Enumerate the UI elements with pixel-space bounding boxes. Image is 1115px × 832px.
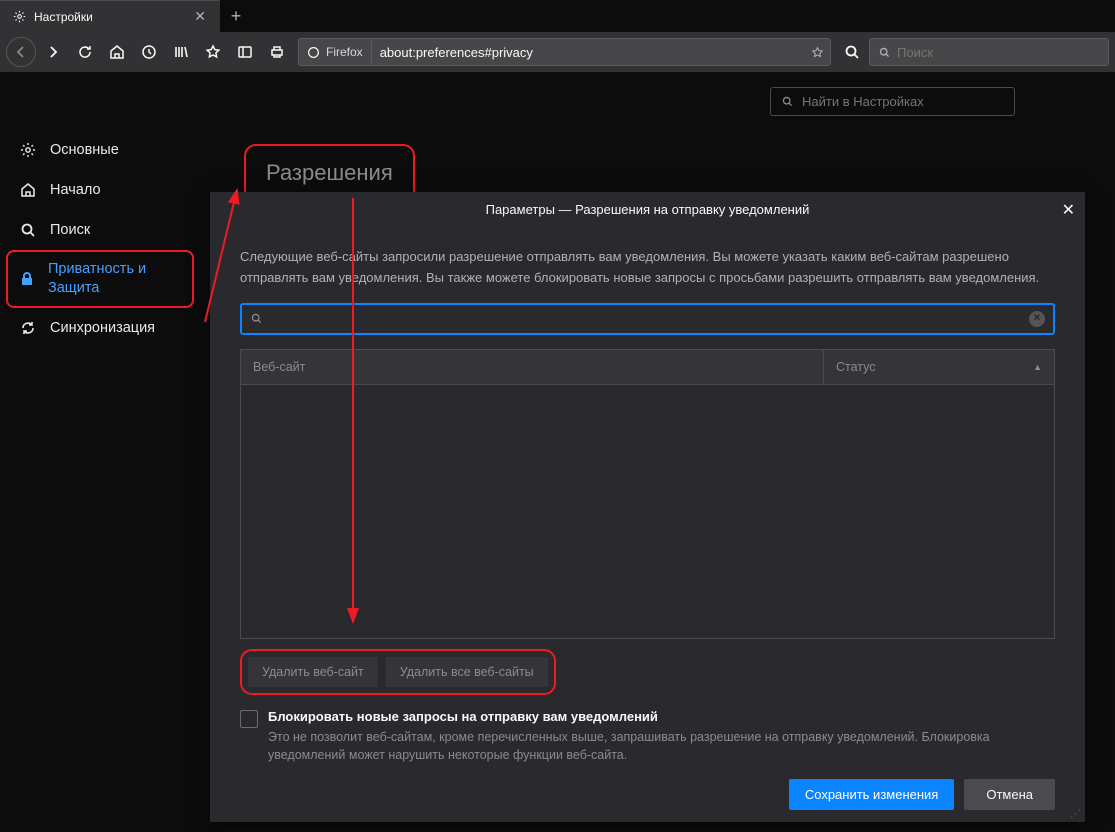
sidebar-item-label: Синхронизация: [50, 320, 155, 336]
bookmark-star-button[interactable]: [198, 37, 228, 67]
sidebar-item-sync[interactable]: Синхронизация: [0, 308, 200, 348]
tab-title: Настройки: [34, 10, 182, 24]
browser-tab[interactable]: Настройки ✕: [0, 0, 220, 32]
gear-icon: [12, 10, 26, 24]
sidebar-toggle-button[interactable]: [230, 37, 260, 67]
search-icon: [878, 46, 891, 59]
history-button[interactable]: [134, 37, 164, 67]
reload-button[interactable]: [70, 37, 100, 67]
url-text[interactable]: about:preferences#privacy: [372, 45, 805, 60]
find-in-settings[interactable]: [770, 87, 1015, 116]
print-button[interactable]: [262, 37, 292, 67]
table-header: Веб-сайт Статус ▲: [240, 349, 1055, 385]
library-button[interactable]: [166, 37, 196, 67]
forward-button[interactable]: [38, 37, 68, 67]
dialog-search-input[interactable]: [271, 311, 1021, 326]
search-button[interactable]: [837, 37, 867, 67]
notification-permissions-dialog: Параметры — Разрешения на отправку уведо…: [210, 192, 1085, 822]
find-input[interactable]: [802, 94, 1004, 109]
bookmark-button[interactable]: [805, 46, 830, 59]
dialog-search-box[interactable]: ✕: [240, 303, 1055, 335]
sidebar-item-general[interactable]: Основные: [0, 130, 200, 170]
search-bar[interactable]: [869, 38, 1109, 66]
checkbox-description: Это не позволит веб-сайтам, кроме перечи…: [268, 728, 1055, 766]
clear-search-button[interactable]: ✕: [1029, 311, 1045, 327]
column-website[interactable]: Веб-сайт: [241, 350, 824, 384]
sidebar-item-label: Основные: [50, 142, 119, 158]
new-tab-button[interactable]: +: [220, 0, 252, 32]
search-input[interactable]: [897, 45, 1100, 60]
identity-label: Firefox: [326, 45, 363, 59]
remove-site-button[interactable]: Удалить веб-сайт: [248, 657, 378, 687]
sidebar-item-label: Начало: [50, 182, 101, 198]
back-button[interactable]: [6, 37, 36, 67]
sync-icon: [18, 318, 38, 338]
search-icon: [250, 312, 263, 325]
home-button[interactable]: [102, 37, 132, 67]
sidebar-item-privacy[interactable]: Приватность и Защита: [6, 250, 194, 308]
save-changes-button[interactable]: Сохранить изменения: [789, 779, 955, 810]
table-body: [240, 385, 1055, 639]
url-bar[interactable]: Firefox about:preferences#privacy: [298, 38, 831, 66]
search-icon: [781, 95, 794, 108]
close-tab-button[interactable]: ✕: [190, 8, 210, 25]
sidebar-item-label: Поиск: [50, 222, 90, 238]
block-new-requests-checkbox[interactable]: [240, 710, 258, 728]
identity-box[interactable]: Firefox: [299, 39, 372, 65]
dialog-close-button[interactable]: ✕: [1062, 200, 1075, 220]
gear-icon: [18, 140, 38, 160]
remove-all-sites-button[interactable]: Удалить все веб-сайты: [386, 657, 548, 687]
firefox-icon: [307, 46, 320, 59]
dialog-description: Следующие веб-сайты запросили разрешение…: [240, 247, 1055, 289]
sidebar-item-home[interactable]: Начало: [0, 170, 200, 210]
search-icon: [18, 220, 38, 240]
dialog-title: Параметры — Разрешения на отправку уведо…: [210, 192, 1085, 227]
sort-indicator-icon: ▲: [1033, 362, 1042, 372]
sidebar-item-search[interactable]: Поиск: [0, 210, 200, 250]
sidebar-item-label: Приватность и Защита: [48, 260, 186, 298]
lock-icon: [18, 269, 36, 289]
cancel-button[interactable]: Отмена: [964, 779, 1055, 810]
checkbox-label: Блокировать новые запросы на отправку ва…: [268, 709, 1055, 724]
home-icon: [18, 180, 38, 200]
column-status[interactable]: Статус ▲: [824, 350, 1054, 384]
resize-handle-icon[interactable]: ⋰: [1070, 807, 1081, 820]
